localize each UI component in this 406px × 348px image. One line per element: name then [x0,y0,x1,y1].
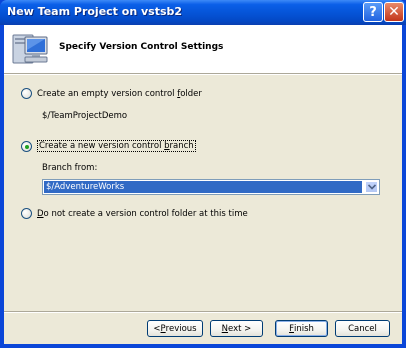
close-icon: ✕ [388,4,400,20]
project-path-text: $/TeamProjectDemo [42,111,128,121]
radio-new-branch-input[interactable] [21,140,32,152]
dialog-window: New Team Project on vstsb2 ? ✕ Specify V… [0,0,406,348]
title-bar[interactable]: New Team Project on vstsb2 ? ✕ [0,0,406,25]
header-divider [4,74,402,75]
branch-from-value: $/AdventureWorks [44,181,362,193]
radio-new-branch[interactable]: Create a new version control branch [21,140,196,152]
dropdown-button[interactable] [365,181,378,193]
cancel-button[interactable]: Cancel [335,320,390,337]
computer-icon [12,34,48,64]
help-button[interactable]: ? [363,2,383,22]
finish-button[interactable]: Finish [275,320,328,337]
close-button[interactable]: ✕ [384,2,404,22]
help-icon: ? [369,4,377,20]
radio-no-folder[interactable]: Do not create a version control folder a… [21,208,248,219]
radio-empty-folder-input[interactable] [21,88,32,99]
previous-button[interactable]: < Previous [147,320,203,337]
radio-empty-folder-label: Create an empty version control folder [37,88,202,99]
page-title: Specify Version Control Settings [59,42,224,52]
chevron-down-icon [367,184,376,190]
radio-no-folder-input[interactable] [21,208,32,219]
radio-empty-folder[interactable]: Create an empty version control folder [21,88,202,99]
radio-new-branch-label: Create a new version control branch [37,140,196,152]
branch-from-combobox[interactable]: $/AdventureWorks [42,179,380,195]
next-button[interactable]: Next > [210,320,263,337]
dialog-client: Specify Version Control Settings Create … [4,25,402,344]
footer-divider-highlight [4,312,402,313]
window-title: New Team Project on vstsb2 [7,5,183,18]
radio-no-folder-label: Do not create a version control folder a… [37,208,248,219]
branch-from-label: Branch from: [42,163,98,173]
wizard-header: Specify Version Control Settings [4,25,402,74]
